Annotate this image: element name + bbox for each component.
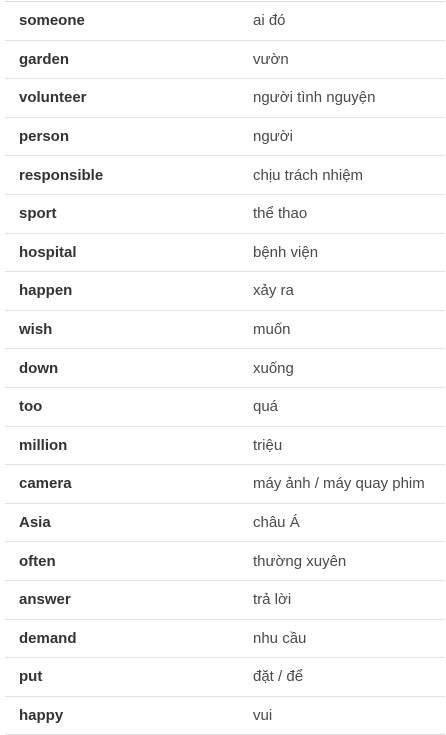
table-row: responsible chịu trách nhiệm (5, 155, 445, 195)
vietnamese-meaning-cell: vui (239, 695, 445, 735)
vietnamese-meaning-cell: thể thao (239, 193, 445, 234)
english-word-cell: camera (5, 464, 239, 504)
english-word-cell: Asia (5, 502, 239, 542)
table-row: down xuống (5, 348, 445, 388)
english-word-cell: someone (19, 12, 85, 30)
table-row: Asia châu Á (5, 502, 445, 542)
vietnamese-meaning-cell: bệnh viện (239, 232, 445, 272)
table-row: person người (5, 116, 445, 156)
table-row: answer trả lời (5, 579, 445, 619)
vietnamese-meaning-cell: nhu cầu (239, 618, 445, 658)
english-word-cell: happy (5, 695, 239, 735)
vietnamese-meaning-cell: xảy ra (239, 271, 445, 311)
table-row: volunteer người tình nguyện (5, 78, 445, 118)
table-row: camera máy ảnh / máy quay phim (5, 464, 445, 504)
english-word-cell: sport (5, 193, 239, 234)
english-word-cell: hospital (5, 232, 239, 272)
table-row: million triệu (5, 425, 445, 465)
english-word-cell: too (5, 386, 239, 427)
vietnamese-meaning-cell: quá (239, 386, 445, 427)
table-row: someone ai đó (5, 2, 445, 41)
english-word-cell: million (5, 425, 239, 465)
english-word-cell: often (5, 541, 239, 581)
vietnamese-meaning-cell: chịu trách nhiệm (239, 155, 445, 195)
english-word-cell: put (5, 657, 239, 697)
english-word-cell: person (5, 116, 239, 156)
vietnamese-meaning-cell: xuống (239, 348, 445, 388)
table-row: put đặt / để (5, 657, 445, 697)
vietnamese-meaning-cell: trả lời (239, 579, 445, 619)
vocabulary-table: someone ai đó garden vườn volunteer ngườ… (5, 1, 445, 735)
table-row: often thường xuyên (5, 541, 445, 581)
vietnamese-meaning-cell: đặt / để (239, 657, 445, 697)
english-word-cell: happen (5, 271, 239, 311)
english-word-cell: responsible (5, 155, 239, 195)
vietnamese-meaning-cell: triệu (239, 425, 445, 465)
vietnamese-meaning-cell: thường xuyên (239, 541, 445, 581)
vietnamese-meaning-cell: người (239, 116, 445, 156)
table-row: hospital bệnh viện (5, 232, 445, 272)
vietnamese-meaning-cell: máy ảnh / máy quay phim (239, 464, 445, 504)
table-row: happen xảy ra (5, 271, 445, 311)
table-row: happy vui (5, 695, 445, 735)
table-row: wish muốn (5, 309, 445, 349)
table-row: garden vườn (5, 39, 445, 79)
english-word-cell: wish (5, 309, 239, 349)
table-row: sport thể thao (5, 193, 445, 234)
english-word-cell: answer (5, 579, 239, 619)
table-row: demand nhu cầu (5, 618, 445, 658)
english-word-cell: down (5, 348, 239, 388)
vocabulary-table-body: someone ai đó garden vườn volunteer ngườ… (5, 2, 445, 735)
english-word-cell: demand (5, 618, 239, 658)
vietnamese-meaning-cell: vườn (239, 39, 445, 79)
vietnamese-meaning-cell: ai đó (253, 12, 286, 30)
vietnamese-meaning-cell: muốn (239, 309, 445, 349)
english-word-cell: volunteer (5, 78, 239, 118)
vietnamese-meaning-cell: châu Á (239, 502, 445, 542)
english-word-cell: garden (5, 39, 239, 79)
vietnamese-meaning-cell: người tình nguyện (239, 78, 445, 118)
table-row: too quá (5, 386, 445, 427)
